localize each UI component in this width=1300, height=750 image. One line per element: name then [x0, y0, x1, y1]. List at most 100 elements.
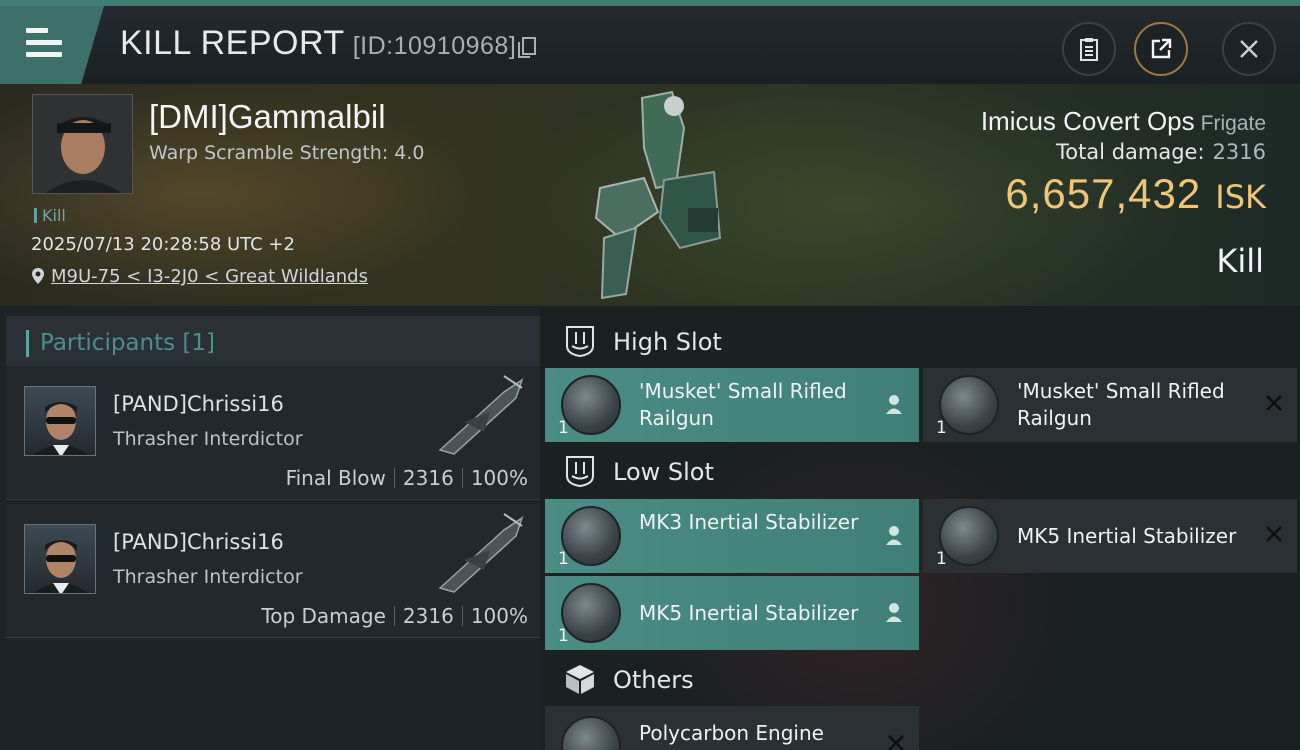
low-slot-header: Low Slot	[545, 440, 919, 500]
participants-panel: Participants [1] [PAND]Chrissi16 Thrashe…	[0, 306, 540, 750]
victim-banner: [DMI]Gammalbil Warp Scramble Strength: 4…	[0, 84, 1300, 306]
participant-portrait-image	[33, 402, 89, 455]
module-item[interactable]: 1 MK5 Inertial Stabilizer	[545, 576, 919, 650]
railgun-icon	[939, 375, 999, 435]
page-title-text: KILL REPORT	[120, 24, 345, 62]
participant-role: Top Damage	[261, 604, 386, 628]
copy-icon[interactable]	[518, 37, 537, 58]
module-name: MK5 Inertial Stabilizer	[1017, 524, 1237, 548]
high-slot-label: High Slot	[613, 328, 722, 356]
stat-divider	[393, 468, 395, 488]
module-item[interactable]: 1 'Musket' Small Rifled Railgun	[923, 368, 1297, 442]
participant-stats: Final Blow 2316 100%	[286, 466, 528, 490]
location-pin-icon	[32, 268, 44, 284]
low-slot-icon	[566, 456, 594, 488]
others-header: Others	[545, 648, 919, 708]
isk-value: 6,657,432 ISK	[1005, 170, 1266, 218]
module-quantity: 1	[936, 549, 947, 569]
menu-button[interactable]	[0, 6, 104, 84]
inertial-stabilizer-icon	[561, 583, 621, 643]
victim-name[interactable]: [DMI]Gammalbil	[149, 98, 386, 136]
kill-result: Kill	[1216, 242, 1264, 280]
module-name: MK3 Inertial Stabilizer	[639, 510, 859, 534]
total-damage: Total damage: 2316	[1056, 140, 1266, 164]
close-icon	[1240, 40, 1258, 58]
participant-ship: Thrasher Interdictor	[113, 566, 303, 588]
participant-percent: 100%	[470, 466, 528, 490]
kill-report-id: [ID:10910968]	[352, 32, 517, 60]
participant-row-final-blow[interactable]: [PAND]Chrissi16 Thrasher Interdictor Fin…	[6, 366, 540, 500]
participant-ship-image	[438, 513, 524, 593]
victim-ship-image[interactable]	[580, 88, 740, 302]
module-item[interactable]: 1 MK5 Inertial Stabilizer	[923, 499, 1297, 573]
total-damage-value: 2316	[1212, 140, 1266, 164]
module-quantity: 1	[558, 418, 569, 438]
warp-scramble-strength: Warp Scramble Strength: 4.0	[149, 142, 425, 164]
kill-location[interactable]: M9U-75 < I3-2J0 < Great Wildlands	[31, 266, 368, 287]
module-quantity: 1	[558, 626, 569, 646]
participant-role: Final Blow	[285, 466, 386, 490]
high-slot-icon	[566, 326, 594, 358]
participants-header: Participants [1]	[6, 316, 540, 372]
inertial-stabilizer-icon	[939, 506, 999, 566]
total-damage-label: Total damage:	[1055, 140, 1205, 164]
kill-timestamp: 2025/07/13 20:28:58 UTC +2	[31, 234, 295, 255]
person-icon	[886, 395, 902, 414]
module-item[interactable]: Polycarbon Engine	[545, 706, 919, 750]
engine-icon	[561, 716, 621, 750]
stat-divider	[461, 468, 463, 488]
victim-ship[interactable]: Imicus Covert Ops Frigate	[981, 106, 1266, 137]
inertial-stabilizer-icon	[561, 506, 621, 566]
participant-ship: Thrasher Interdictor	[113, 428, 303, 450]
module-name: Polycarbon Engine	[639, 721, 824, 745]
module-name: 'Musket' Small Rifled Railgun	[1017, 379, 1225, 430]
page-title: KILL REPORT [ID:10910968]	[120, 24, 537, 63]
railgun-icon	[561, 375, 621, 435]
victim-portrait-image	[33, 95, 132, 193]
participant-damage: 2316	[402, 466, 454, 490]
victim-portrait[interactable]	[32, 94, 133, 194]
share-button[interactable]	[1134, 22, 1188, 76]
stat-divider	[461, 606, 463, 626]
location-link[interactable]: M9U-75 < I3-2J0 < Great Wildlands	[51, 266, 368, 287]
isk-amount: 6,657,432	[1005, 170, 1202, 217]
share-icon	[1151, 38, 1172, 59]
top-bar: KILL REPORT [ID:10910968]	[0, 0, 1300, 84]
participant-row-top-damage[interactable]: [PAND]Chrissi16 Thrasher Interdictor Top…	[6, 504, 540, 638]
low-slot-label: Low Slot	[613, 458, 714, 486]
x-icon	[1266, 526, 1282, 542]
participant-ship-image	[438, 375, 524, 455]
participant-name[interactable]: [PAND]Chrissi16	[113, 530, 284, 554]
participant-name[interactable]: [PAND]Chrissi16	[113, 392, 284, 416]
hamburger-icon	[26, 28, 62, 58]
participant-percent: 100%	[470, 604, 528, 628]
x-icon	[888, 735, 904, 750]
participant-portrait-image	[33, 540, 89, 593]
participant-portrait[interactable]	[24, 524, 96, 594]
kill-tag: Kill	[34, 206, 66, 225]
victim-ship-name: Imicus Covert Ops	[980, 106, 1195, 136]
participants-heading: Participants [1]	[40, 330, 215, 356]
participant-stats: Top Damage 2316 100%	[261, 604, 528, 628]
person-icon	[886, 526, 902, 545]
participant-portrait[interactable]	[24, 386, 96, 456]
module-name: 'Musket' Small Rifled Railgun	[639, 379, 847, 430]
isk-currency: ISK	[1215, 178, 1266, 216]
fittings-panel: High Slot 1 'Musket' Small Rifled Railgu…	[540, 306, 1300, 750]
close-button[interactable]	[1222, 22, 1276, 76]
others-label: Others	[613, 666, 694, 694]
x-icon	[1266, 395, 1282, 411]
stat-divider	[393, 606, 395, 626]
high-slot-header: High Slot	[545, 310, 919, 370]
victim-ship-class: Frigate	[1200, 112, 1266, 135]
module-item[interactable]: 1 MK3 Inertial Stabilizer	[545, 499, 919, 573]
module-item[interactable]: 1 'Musket' Small Rifled Railgun	[545, 368, 919, 442]
participants-header-accent	[26, 330, 29, 357]
module-quantity: 1	[558, 549, 569, 569]
module-quantity: 1	[936, 418, 947, 438]
clipboard-button[interactable]	[1062, 22, 1116, 76]
cube-icon	[566, 665, 594, 694]
participant-damage: 2316	[402, 604, 454, 628]
person-icon	[886, 603, 902, 622]
clipboard-icon	[1080, 38, 1098, 61]
